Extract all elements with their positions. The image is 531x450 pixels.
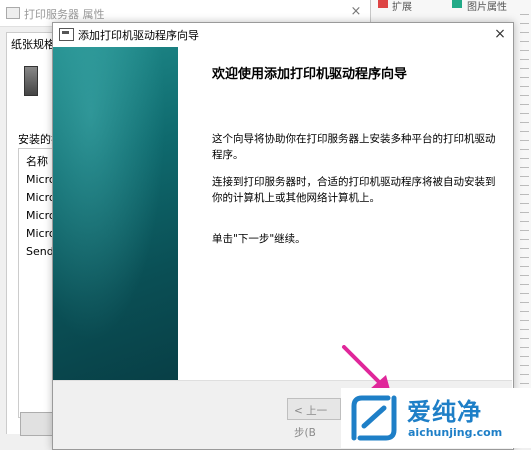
ruler-tick [520,104,529,105]
ruler-tick [520,365,529,366]
watermark-url: aichunjing.com [408,426,503,439]
ruler-tick [520,140,529,141]
ruler-tick [520,284,529,285]
ruler-tick [520,59,529,60]
extension-icon [378,0,388,8]
ruler-tick [520,113,529,114]
ruler-tick [520,338,529,339]
wizard-title: 添加打印机驱动程序向导 [78,29,199,42]
ruler-tick [520,293,529,294]
ruler-tick [520,131,529,132]
ruler-tick [520,221,529,222]
ruler-tick [520,347,529,348]
wizard-paragraph-continue: 单击"下一步"继续。 [212,233,306,245]
ruler-tick [520,23,529,24]
ruler-tick [520,230,529,231]
ruler-tick [520,77,529,78]
ruler-tick [520,275,529,276]
ruler-tick [520,41,529,42]
wizard-close-icon[interactable]: × [490,24,510,44]
ruler-tick [520,149,529,150]
image-icon [452,0,462,8]
wizard-paragraph-intro: 这个向导将协助你在打印服务器上安装多种平台的打印机驱动程序。 [212,133,496,161]
ruler-tick [520,167,529,168]
ruler [520,8,531,448]
ruler-tick [520,95,529,96]
ruler-tick [520,194,529,195]
ruler-tick [520,383,529,384]
tab-paper-size-label: 纸张规格 [11,38,55,51]
ruler-tick [520,239,529,240]
ruler-tick [520,176,529,177]
driver-list[interactable] [18,148,53,418]
wizard-sidebar-highlight [53,47,178,380]
ruler-tick [520,329,529,330]
ruler-tick [520,302,529,303]
ruler-tick [520,212,529,213]
watermark-logo-icon [351,395,397,441]
background-add-button[interactable] [20,412,54,436]
back-button[interactable]: < 上一步(B [287,398,341,439]
wizard-heading: 欢迎使用添加打印机驱动程序向导 [212,67,408,82]
ruler-tick [520,122,529,123]
ruler-tick [520,86,529,87]
printer-icon [6,7,20,19]
background-close-icon[interactable]: × [348,4,364,20]
ruler-tick [520,266,529,267]
ruler-tick [520,257,529,258]
wizard-printer-icon-detail [62,31,69,34]
ruler-tick [520,320,529,321]
ruler-tick [520,248,529,249]
ruler-tick [520,158,529,159]
ruler-tick [520,374,529,375]
ruler-tick [520,203,529,204]
extension-label[interactable]: 扩展 [392,0,412,13]
ruler-tick [520,50,529,51]
background-window-title: 打印服务器 属性 [24,8,105,21]
server-icon [24,66,38,96]
ruler-tick [520,32,529,33]
wizard-printer-icon [59,28,74,41]
list-header-name[interactable]: 名称 [26,153,48,169]
wizard-paragraph-connect: 连接到打印服务器时，合适的打印机驱动程序将被自动安装到你的计算机上或其他网络计算… [212,176,496,204]
ruler-tick [520,14,529,15]
ruler-tick [520,356,529,357]
ruler-tick [520,311,529,312]
watermark-brand-name: 爱纯净 [407,398,482,426]
ruler-tick [520,185,529,186]
list-item[interactable]: Send [26,245,54,258]
image-properties-label[interactable]: 图片属性 [467,0,507,13]
ruler-tick [520,68,529,69]
